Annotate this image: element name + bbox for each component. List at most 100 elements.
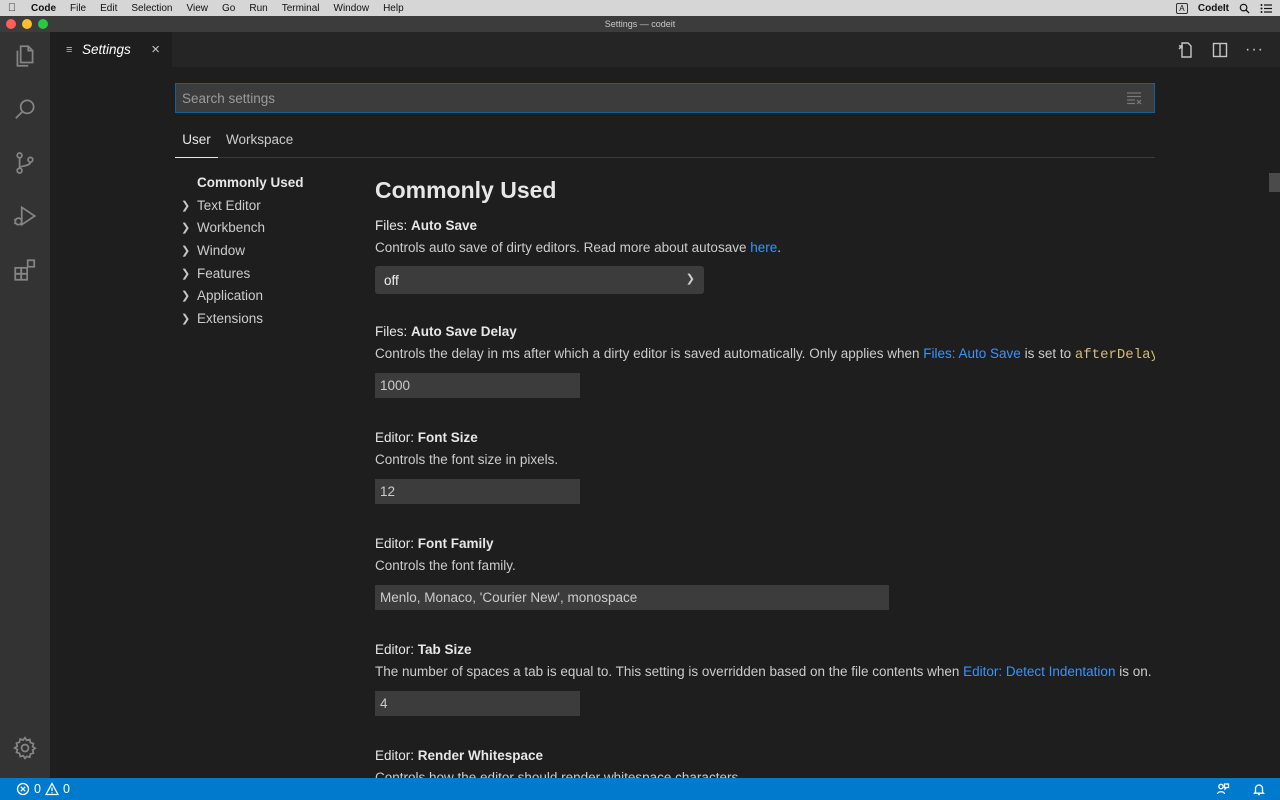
chevron-down-icon: ❯: [685, 273, 695, 285]
setting-title: Editor: Font Size: [375, 430, 478, 445]
open-settings-json-icon[interactable]: [1177, 41, 1195, 59]
toc-item-workbench[interactable]: ❯ Workbench: [175, 217, 345, 240]
zoom-window-button[interactable]: [38, 19, 48, 29]
toc-item-label: Commonly Used: [197, 175, 304, 190]
setting-title: Files: Auto Save Delay: [375, 324, 517, 339]
auto-save-select-value: off: [384, 272, 399, 288]
toc-item-label: Application: [197, 288, 264, 304]
setting-title: Editor: Font Family: [375, 536, 494, 551]
menu-view[interactable]: View: [180, 3, 216, 14]
close-window-button[interactable]: [6, 19, 16, 29]
editor-tab-bar: ≡ Settings × ···: [50, 32, 1280, 67]
notification-center-icon[interactable]: [1260, 3, 1272, 14]
run-debug-icon[interactable]: [0, 192, 50, 240]
menubar-app-label[interactable]: CodeIt: [1198, 3, 1229, 14]
editor-actions: ···: [1177, 32, 1264, 67]
auto-save-delay-input[interactable]: 1000: [375, 373, 580, 398]
chevron-right-icon: ❯: [181, 313, 191, 326]
error-icon: [16, 782, 30, 796]
chevron-right-icon: ❯: [181, 222, 191, 235]
toc-item-extensions[interactable]: ❯ Extensions: [175, 308, 345, 331]
warning-count: 0: [62, 782, 70, 796]
setting-editor-render-whitespace: Editor: Render Whitespace Controls how t…: [375, 746, 1155, 778]
menu-help[interactable]: Help: [376, 3, 411, 14]
setting-files-auto-save-delay: Files: Auto Save Delay Controls the dela…: [375, 322, 1155, 398]
source-control-icon[interactable]: [0, 139, 50, 187]
window-title: Settings — codeit: [604, 19, 676, 29]
warning-icon: [44, 782, 59, 796]
gear-icon[interactable]: [0, 724, 50, 772]
menu-selection[interactable]: Selection: [124, 3, 179, 14]
autosave-docs-link[interactable]: here: [750, 240, 777, 255]
clear-filter-icon[interactable]: [1126, 91, 1142, 105]
search-icon[interactable]: [0, 85, 50, 133]
tab-workspace[interactable]: Workspace: [226, 124, 293, 158]
minimize-window-button[interactable]: [22, 19, 32, 29]
toc-item-commonly-used[interactable]: Commonly Used: [175, 172, 345, 195]
search-settings-box: [175, 83, 1155, 113]
macos-menu-bar:  Code File Edit Selection View Go Run T…: [0, 0, 1280, 16]
code-value: afterDelay: [1074, 347, 1155, 363]
setting-description: Controls the font family.: [375, 558, 516, 573]
menu-go[interactable]: Go: [215, 3, 242, 14]
section-title: Commonly Used: [375, 177, 557, 203]
menu-app-name[interactable]: Code: [24, 3, 63, 14]
more-actions-icon[interactable]: ···: [1245, 41, 1264, 59]
activity-bar: [0, 32, 50, 778]
settings-scope-tabs: User Workspace: [175, 124, 1155, 158]
chevron-right-icon: ❯: [181, 267, 191, 280]
tab-user[interactable]: User: [175, 124, 218, 158]
menu-window[interactable]: Window: [327, 3, 377, 14]
setting-files-auto-save: Files: Auto Save Controls auto save of d…: [375, 216, 1155, 294]
menu-edit[interactable]: Edit: [93, 3, 124, 14]
search-settings-input[interactable]: [176, 84, 1154, 112]
setting-title: Editor: Tab Size: [375, 642, 472, 657]
bell-icon[interactable]: [1252, 782, 1266, 796]
toc-item-window[interactable]: ❯ Window: [175, 240, 345, 263]
font-family-input[interactable]: Menlo, Monaco, 'Courier New', monospace: [375, 585, 889, 610]
auto-save-setting-link[interactable]: Files: Auto Save: [923, 346, 1021, 361]
toc-item-label: Window: [197, 243, 246, 259]
close-tab-icon[interactable]: ×: [151, 41, 160, 58]
chevron-right-icon: ❯: [181, 199, 191, 212]
spotlight-search-icon[interactable]: [1239, 3, 1250, 14]
chevron-right-icon: ❯: [181, 245, 191, 258]
toc-item-application[interactable]: ❯ Application: [175, 285, 345, 308]
toc-item-label: Text Editor: [197, 197, 261, 213]
settings-tab-icon: ≡: [66, 43, 73, 56]
toc-item-label: Workbench: [197, 220, 266, 236]
setting-title: Files: Auto Save: [375, 218, 478, 233]
setting-editor-font-size: Editor: Font Size Controls the font size…: [375, 428, 1155, 504]
font-size-input[interactable]: 12: [375, 479, 580, 504]
setting-description: The number of spaces a tab is equal to. …: [375, 664, 1152, 679]
menubar-status-area: A CodeIt: [1175, 2, 1280, 14]
toc-item-label: Features: [197, 265, 251, 281]
setting-description: Controls the font size in pixels.: [375, 452, 559, 467]
setting-description: Controls how the editor should render wh…: [375, 770, 742, 778]
menu-run[interactable]: Run: [242, 3, 274, 14]
menu-terminal[interactable]: Terminal: [275, 3, 327, 14]
setting-editor-tab-size: Editor: Tab Size The number of spaces a …: [375, 640, 1155, 716]
input-source-indicator[interactable]: A: [1175, 2, 1188, 14]
menu-file[interactable]: File: [63, 3, 93, 14]
auto-save-select[interactable]: off ❯: [375, 266, 704, 294]
detect-indentation-link[interactable]: Editor: Detect Indentation: [963, 664, 1115, 679]
toc-item-text-editor[interactable]: ❯ Text Editor: [175, 195, 345, 218]
feedback-icon[interactable]: [1216, 782, 1230, 796]
extensions-icon[interactable]: [0, 246, 50, 294]
setting-editor-font-family: Editor: Font Family Controls the font fa…: [375, 534, 1155, 610]
window-title-bar: Settings — codeit: [0, 16, 1280, 32]
toc-item-label: Extensions: [197, 311, 264, 327]
files-icon[interactable]: [0, 32, 50, 80]
chevron-right-icon: ❯: [181, 290, 191, 303]
settings-toc: Commonly Used ❯ Text Editor ❯ Workbench …: [175, 172, 345, 331]
split-editor-icon[interactable]: [1211, 41, 1229, 59]
toc-item-features[interactable]: ❯ Features: [175, 263, 345, 286]
setting-description: Controls auto save of dirty editors. Rea…: [375, 240, 782, 255]
apple-icon[interactable]: : [0, 2, 24, 14]
scrollbar-thumb[interactable]: [1269, 173, 1280, 192]
problems-indicator[interactable]: 0 0: [0, 782, 70, 796]
tab-size-input[interactable]: 4: [375, 691, 580, 716]
tab-settings[interactable]: ≡ Settings ×: [50, 32, 172, 67]
setting-description: Controls the delay in ms after which a d…: [375, 344, 1155, 364]
